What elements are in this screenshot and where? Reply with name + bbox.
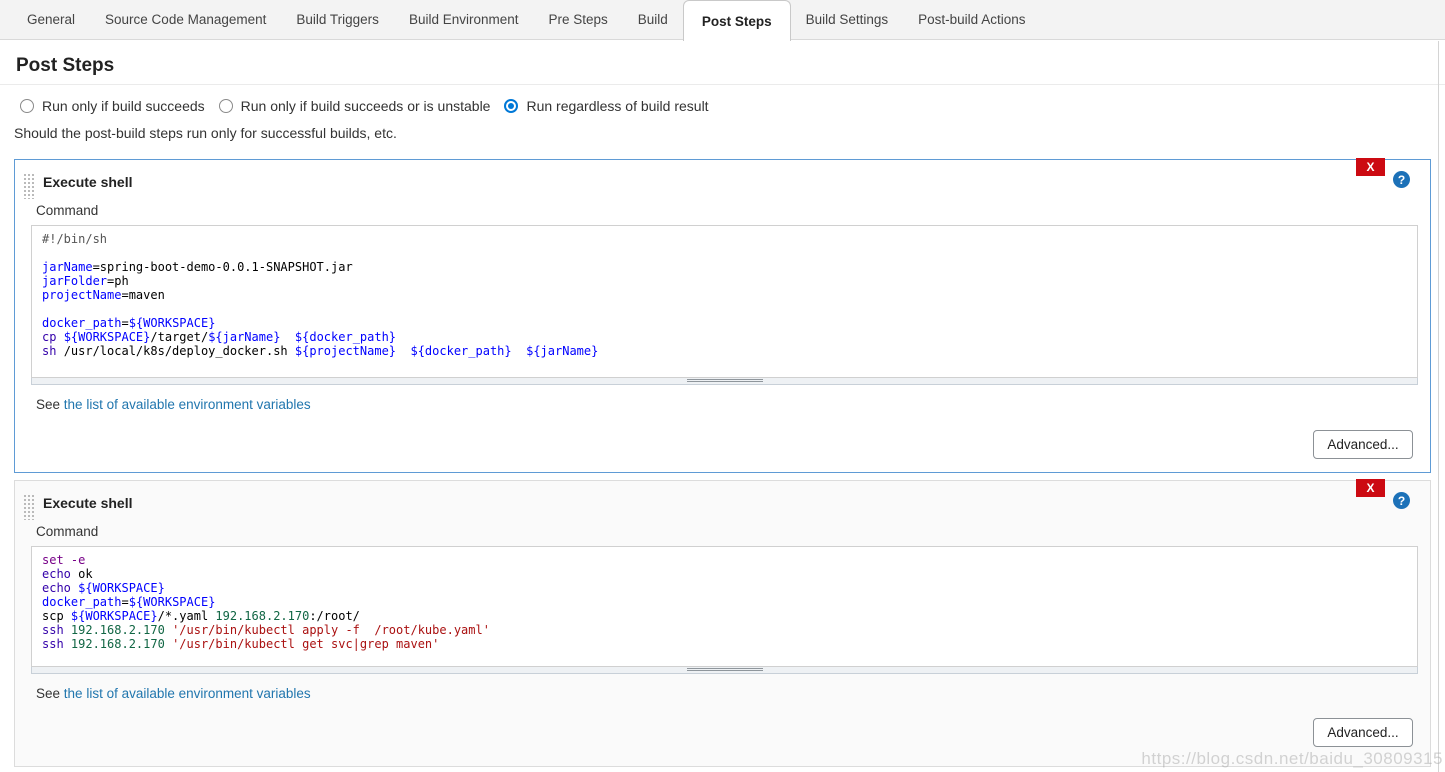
- shell-command-editor[interactable]: set -eecho okecho ${WORKSPACE}docker_pat…: [31, 546, 1418, 667]
- tab-pre-steps[interactable]: Pre Steps: [534, 0, 623, 39]
- command-label: Command: [36, 203, 1430, 218]
- delete-step-button[interactable]: X: [1356, 158, 1385, 176]
- delete-step-button[interactable]: X: [1356, 479, 1385, 497]
- step-title: Execute shell: [15, 481, 1430, 511]
- grip-lines-icon: [687, 379, 763, 383]
- env-variables-link[interactable]: the list of available environment variab…: [64, 397, 311, 412]
- radio-circle-icon[interactable]: [219, 99, 233, 113]
- command-label: Command: [36, 524, 1430, 539]
- radio-run-only-if-succeeds[interactable]: Run only if build succeeds: [20, 98, 205, 114]
- see-text: See: [36, 686, 60, 701]
- config-tab-bar: General Source Code Management Build Tri…: [0, 0, 1445, 40]
- tab-build-triggers[interactable]: Build Triggers: [281, 0, 394, 39]
- radio-run-if-succeeds-or-unstable[interactable]: Run only if build succeeds or is unstabl…: [219, 98, 491, 114]
- tab-build[interactable]: Build: [623, 0, 683, 39]
- execute-shell-step-2: X ? Execute shell Command set -eecho oke…: [14, 480, 1431, 767]
- radio-selected-icon[interactable]: [504, 99, 518, 113]
- page-title: Post Steps: [16, 55, 1445, 77]
- help-icon[interactable]: ?: [1393, 492, 1410, 509]
- tab-build-settings[interactable]: Build Settings: [791, 0, 904, 39]
- advanced-button[interactable]: Advanced...: [1313, 430, 1413, 459]
- drag-handle-icon[interactable]: [23, 494, 35, 520]
- radio-label: Run regardless of build result: [526, 98, 708, 114]
- drag-handle-icon[interactable]: [23, 173, 35, 199]
- editor-resize-grip[interactable]: [31, 667, 1418, 674]
- shell-command-editor[interactable]: #!/bin/sh jarName=spring-boot-demo-0.0.1…: [31, 225, 1418, 378]
- tab-post-steps[interactable]: Post Steps: [683, 0, 791, 41]
- execute-shell-step-1: X ? Execute shell Command #!/bin/sh jarN…: [14, 159, 1431, 473]
- step-title: Execute shell: [15, 160, 1430, 190]
- post-steps-condition-group: Run only if build succeeds Run only if b…: [20, 98, 1445, 114]
- tab-general[interactable]: General: [12, 0, 90, 39]
- env-variables-note: See the list of available environment va…: [36, 686, 1430, 701]
- radio-label: Run only if build succeeds: [42, 98, 205, 114]
- env-variables-link[interactable]: the list of available environment variab…: [64, 686, 311, 701]
- advanced-button[interactable]: Advanced...: [1313, 718, 1413, 747]
- help-icon[interactable]: ?: [1393, 171, 1410, 188]
- see-text: See: [36, 397, 60, 412]
- env-variables-note: See the list of available environment va…: [36, 397, 1430, 412]
- grip-lines-icon: [687, 668, 763, 672]
- tab-post-build-actions[interactable]: Post-build Actions: [903, 0, 1040, 39]
- radio-label: Run only if build succeeds or is unstabl…: [241, 98, 491, 114]
- tab-build-environment[interactable]: Build Environment: [394, 0, 534, 39]
- title-divider: [0, 84, 1445, 85]
- page-right-border: [1438, 41, 1439, 772]
- jenkins-job-config-page: General Source Code Management Build Tri…: [0, 0, 1445, 772]
- radio-run-regardless[interactable]: Run regardless of build result: [504, 98, 708, 114]
- condition-help-text: Should the post-build steps run only for…: [14, 125, 1445, 141]
- radio-circle-icon[interactable]: [20, 99, 34, 113]
- editor-resize-grip[interactable]: [31, 378, 1418, 385]
- tab-source-code-management[interactable]: Source Code Management: [90, 0, 281, 39]
